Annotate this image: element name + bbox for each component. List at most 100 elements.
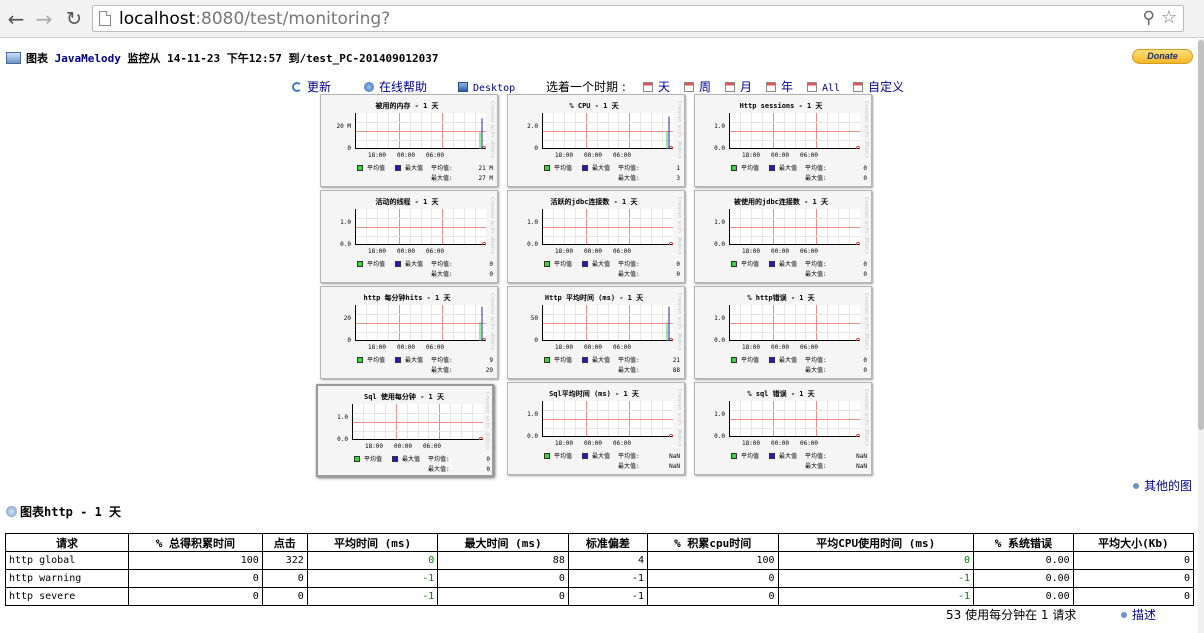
javamelody-link[interactable]: JavaMelody <box>55 52 121 65</box>
help-link[interactable]: 在线帮助 <box>364 79 427 95</box>
x-axis-tick-label: 18:00 <box>367 344 387 351</box>
graph-panel[interactable]: 被用的内存 - 1 天 Created with JRobin 20 M 0 18:00… <box>320 94 498 187</box>
period-week-link[interactable]: 周 <box>684 79 711 95</box>
request-name-link[interactable]: http severe <box>5 587 129 606</box>
graph-panel[interactable]: Sql平均时间 (ms) - 1 天 Created with JRobin 1.0… <box>507 382 685 475</box>
x-axis-tick-label: 00:00 <box>583 248 603 255</box>
col-system-errors[interactable]: % 系统错误 <box>972 533 1074 552</box>
search-icon[interactable]: ⚲ <box>1143 8 1155 28</box>
request-name-link[interactable]: http warning <box>5 569 129 588</box>
avg-value: 0 <box>486 456 490 463</box>
choose-period-label: 选着一个时期 : <box>546 80 626 94</box>
table-cell: 0 <box>777 551 974 570</box>
period-year-link[interactable]: 年 <box>766 79 793 95</box>
col-request[interactable]: 请求 <box>5 533 129 552</box>
x-axis-tick-label: 06:00 <box>612 440 632 447</box>
graph-panel[interactable]: % sql 错误 - 1 天 Created with JRobin 1.0 0.0 1… <box>694 382 872 475</box>
x-axis-tick-label: 18:00 <box>554 440 574 447</box>
describe-link[interactable]: 描述 <box>1121 606 1156 623</box>
period-custom-link[interactable]: 自定义 <box>853 79 904 95</box>
bookmark-star-icon[interactable]: ☆ <box>1161 7 1177 28</box>
graph-plot <box>355 305 486 341</box>
graph-title: Http sessions - 1 天 <box>739 102 823 110</box>
donate-button[interactable]: Donate <box>1132 49 1193 64</box>
graph-panel[interactable]: % CPU - 1 天 Created with JRobin 2.0 0 18:00 0… <box>507 94 685 187</box>
table-cell: 0.00 <box>972 587 1074 606</box>
refresh-link[interactable]: 更新 <box>292 79 331 95</box>
x-axis-tick-label: 18:00 <box>741 152 761 159</box>
avg-value: 0 <box>676 261 680 268</box>
avg-value: 1 <box>676 165 680 172</box>
graph-plot <box>355 209 486 245</box>
graph-panel[interactable]: 被使用的jdbc连接数 - 1 天 Created with JRobin 1.0 0… <box>694 190 872 283</box>
graph-watermark: Created with JRobin <box>676 389 682 447</box>
graph-title: % sql 错误 - 1 天 <box>747 390 815 398</box>
legend-avg-label: 平均值 <box>554 261 573 268</box>
max-value: NaN <box>669 463 680 470</box>
graph-panel[interactable]: Http sessions - 1 天 Created with JRobin 1.… <box>694 94 872 187</box>
graph-svg <box>355 113 486 149</box>
graph-panel[interactable]: % http错误 - 1 天 Created with JRobin 1.0 0.0 1… <box>694 286 872 379</box>
x-axis-tick-label: 06:00 <box>799 344 819 351</box>
other-graphs-link[interactable]: 其他的图 <box>1133 477 1192 494</box>
graph-svg <box>542 305 673 341</box>
y-axis-max-label: 1.0 <box>340 219 351 226</box>
y-axis-min-label: 0 <box>347 337 351 344</box>
period-month-link[interactable]: 月 <box>725 79 752 95</box>
col-hits[interactable]: 点击 <box>261 533 308 552</box>
avg-series-swatch <box>731 357 737 363</box>
col-cpu-time-pct[interactable]: % 积累cpu时间 <box>646 533 779 552</box>
forward-arrow-icon[interactable]: → <box>32 7 56 31</box>
col-std-dev[interactable]: 标准偏差 <box>567 533 648 552</box>
max-value-label: 最大值: <box>431 175 453 182</box>
graph-legend: 平均值 最大值 <box>357 357 423 365</box>
col-avg-size[interactable]: 平均大小(Kb) <box>1072 533 1195 552</box>
avg-series-swatch <box>544 261 550 267</box>
col-total-time-pct[interactable]: % 总得积累时间 <box>127 533 263 552</box>
avg-value-label: 平均值: <box>431 165 453 172</box>
request-name-link[interactable]: http global <box>5 551 129 570</box>
address-url[interactable]: localhost:8080/test/monitoring? <box>119 9 390 29</box>
graph-panel[interactable]: 活动的线程 - 1 天 Created with JRobin 1.0 0.0 18:0… <box>320 190 498 283</box>
col-avg-cpu-time[interactable]: 平均CPU使用时间 (ms) <box>777 533 974 552</box>
max-value-label: 最大值: <box>805 175 827 182</box>
avg-value: NaN <box>856 453 867 460</box>
desktop-icon <box>458 82 468 92</box>
max-value-label: 最大值: <box>431 271 453 278</box>
y-axis-max-label: 1.0 <box>527 219 538 226</box>
period-all-link[interactable]: All <box>807 79 840 95</box>
legend-avg-label: 平均值 <box>364 456 383 463</box>
y-axis-min-label: 0 <box>534 145 538 152</box>
table-row: http severe 0 0 -1 0 -1 0 -1 0.00 0 <box>5 587 1195 606</box>
table-cell: -1 <box>777 587 974 606</box>
avg-series-swatch <box>544 453 550 459</box>
legend-avg-label: 平均值 <box>367 165 386 172</box>
table-cell: 322 <box>261 551 308 570</box>
x-axis-tick-label: 00:00 <box>770 248 790 255</box>
reload-icon[interactable]: ↻ <box>62 7 86 31</box>
col-max-time[interactable]: 最大时间 (ms) <box>437 533 569 552</box>
table-row: http global 100 322 0 88 4 100 0 0.00 0 <box>5 551 1195 570</box>
table-cell: 0 <box>646 569 779 588</box>
desktop-link[interactable]: Desktop <box>458 79 515 95</box>
scrollbar-thumb[interactable] <box>1198 40 1204 430</box>
address-bar[interactable]: localhost:8080/test/monitoring? ⚲ ☆ <box>92 5 1184 32</box>
graph-svg <box>352 404 483 440</box>
col-avg-time[interactable]: 平均时间 (ms) <box>306 533 439 552</box>
calendar-icon <box>853 82 863 92</box>
graph-svg <box>729 305 860 341</box>
graph-panel[interactable]: Http 平均时间 (ms) - 1 天 Created with JRobin 5… <box>507 286 685 379</box>
period-day-link[interactable]: 天 <box>643 79 670 95</box>
graph-plot <box>542 305 673 341</box>
avg-series-swatch <box>731 261 737 267</box>
avg-value: 0 <box>863 357 867 364</box>
back-arrow-icon[interactable]: ← <box>4 7 28 31</box>
max-series-swatch <box>395 357 402 363</box>
graph-panel[interactable]: 活跃的jdbc连接数 - 1 天 Created with JRobin 1.0 0.… <box>507 190 685 283</box>
y-axis-min-label: 0.0 <box>337 436 348 443</box>
graph-panel[interactable]: Sql 使用每分钟 - 1 天 Created with JRobin 1.0 0.0… <box>316 384 494 477</box>
graph-svg <box>542 113 673 149</box>
x-axis-tick-label: 06:00 <box>612 344 632 351</box>
legend-max-label: 最大值 <box>405 261 424 268</box>
graph-panel[interactable]: http 每分钟hits - 1 天 Created with JRobin 20 0… <box>320 286 498 379</box>
